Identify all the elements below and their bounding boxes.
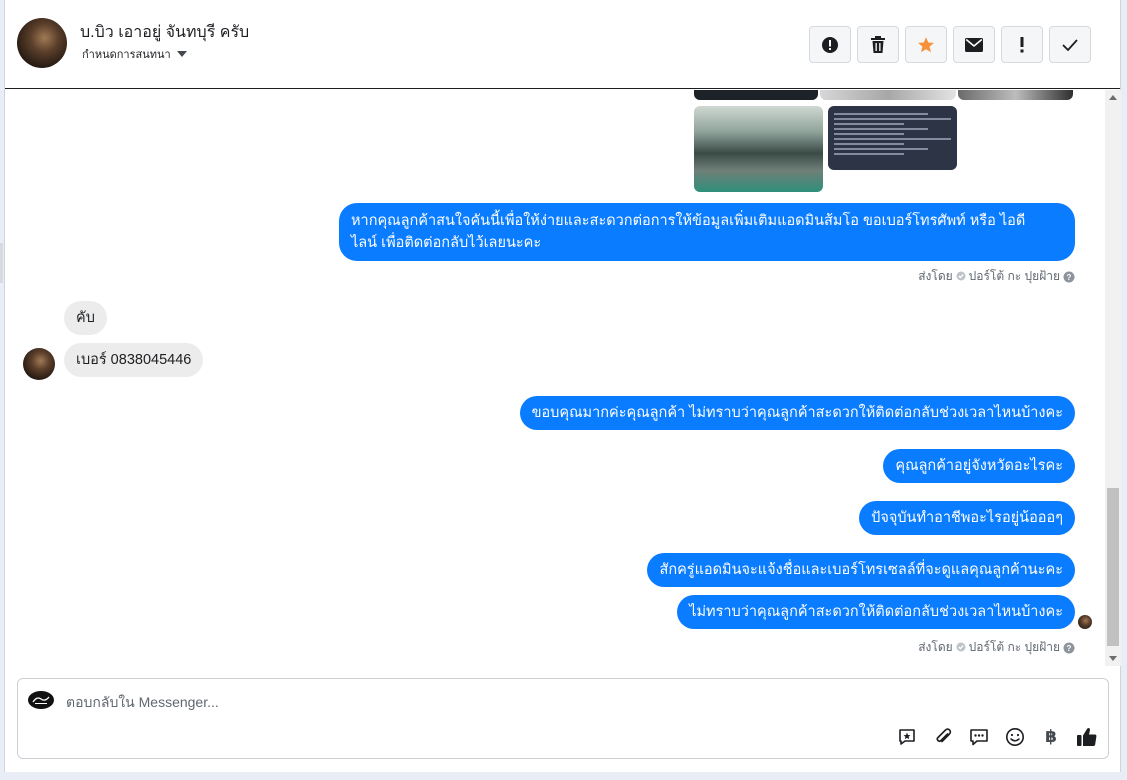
conversation-label: กำหนดการสนทนา bbox=[82, 49, 171, 61]
svg-text:?: ? bbox=[1067, 273, 1072, 282]
outgoing-message[interactable]: ขอบคุณมากค่ะคุณลูกค้า ไม่ทราบว่าคุณลูกค้… bbox=[519, 396, 1075, 430]
left-edge-handle bbox=[0, 243, 3, 283]
message-text-line: หากคุณลูกค้าสนใจคันนี้เพื่อให้ง่ายและสะด… bbox=[351, 213, 1026, 229]
attachment-image[interactable] bbox=[694, 90, 818, 100]
reply-input[interactable] bbox=[66, 691, 1066, 713]
spam-button[interactable] bbox=[1001, 26, 1043, 63]
star-icon bbox=[917, 36, 935, 54]
page-logo-icon bbox=[28, 691, 54, 709]
conversation-toolbar bbox=[809, 26, 1091, 63]
outgoing-message[interactable]: หากคุณลูกค้าสนใจคันนี้เพื่อให้ง่ายและสะด… bbox=[339, 203, 1075, 261]
incoming-message[interactable]: คับ bbox=[64, 301, 107, 335]
trash-icon bbox=[870, 35, 886, 54]
attachment-image[interactable] bbox=[958, 90, 1073, 100]
message-thread[interactable]: หากคุณลูกค้าสนใจคันนี้เพื่อให้ง่ายและสะด… bbox=[5, 90, 1105, 666]
alert-circle-icon bbox=[821, 36, 839, 54]
mark-unread-button[interactable] bbox=[953, 26, 995, 63]
scroll-up-arrow[interactable] bbox=[1109, 95, 1117, 100]
outgoing-message[interactable]: สักครู่แอดมินจะแจ้งชื่อและเบอร์โทรเซลล์ท… bbox=[647, 553, 1075, 587]
conversation-label-dropdown[interactable]: กำหนดการสนทนา bbox=[82, 45, 187, 63]
contact-avatar-small[interactable] bbox=[23, 348, 55, 380]
report-button[interactable] bbox=[809, 26, 851, 63]
saved-reply-icon[interactable] bbox=[896, 726, 918, 748]
incoming-message[interactable]: เบอร์ 0838045446 bbox=[64, 343, 204, 377]
envelope-icon bbox=[965, 37, 983, 52]
sent-by-name[interactable]: ปอร์โต้ กะ ปุยฝ้าย bbox=[969, 267, 1060, 286]
attachment-image-document[interactable] bbox=[828, 106, 957, 170]
outgoing-message[interactable]: คุณลูกค้าอยู่จังหวัดอะไรคะ bbox=[883, 449, 1075, 483]
help-icon[interactable]: ? bbox=[1063, 642, 1075, 654]
caret-down-icon bbox=[176, 50, 187, 58]
attachment-image[interactable] bbox=[820, 90, 956, 100]
verified-icon bbox=[956, 641, 966, 655]
thread-scrollbar[interactable] bbox=[1105, 90, 1121, 666]
done-button[interactable] bbox=[1049, 26, 1091, 63]
thumbs-up-icon[interactable] bbox=[1076, 726, 1098, 748]
attachment-image-engine[interactable] bbox=[694, 106, 823, 192]
scroll-thumb[interactable] bbox=[1107, 488, 1119, 646]
star-button[interactable] bbox=[905, 26, 947, 63]
scroll-down-arrow[interactable] bbox=[1109, 656, 1117, 661]
exclamation-icon bbox=[1019, 36, 1025, 53]
emoji-icon[interactable] bbox=[1004, 726, 1026, 748]
outgoing-message[interactable]: ไม่ทราบว่าคุณลูกค้าสะดวกให้ติดต่อกลับช่ว… bbox=[677, 595, 1075, 629]
delete-button[interactable] bbox=[857, 26, 899, 63]
inbox-panel: บ.บิว เอาอยู่ จันทบุรี ครับ กำหนดการสนทน… bbox=[4, 0, 1121, 772]
reply-composer: ฿ bbox=[17, 678, 1109, 759]
check-icon bbox=[1062, 38, 1078, 51]
attachment-icon[interactable] bbox=[932, 726, 954, 748]
sent-by-label: ส่งโดย ปอร์โต้ กะ ปุยฝ้าย ? bbox=[918, 638, 1075, 657]
seen-indicator-avatar bbox=[1078, 615, 1092, 629]
message-text-line: ไลน์ เพื่อติดต่อกลับไว้เลยนะคะ bbox=[351, 235, 542, 251]
contact-avatar[interactable] bbox=[17, 18, 67, 68]
baht-icon[interactable]: ฿ bbox=[1040, 726, 1062, 748]
sent-by-label: ส่งโดย ปอร์โต้ กะ ปุยฝ้าย ? bbox=[918, 267, 1075, 286]
sent-by-name[interactable]: ปอร์โต้ กะ ปุยฝ้าย bbox=[969, 638, 1060, 657]
contact-name[interactable]: บ.บิว เอาอยู่ จันทบุรี ครับ bbox=[80, 20, 249, 45]
svg-text:?: ? bbox=[1067, 644, 1072, 653]
help-icon[interactable]: ? bbox=[1063, 271, 1075, 283]
composer-toolbar: ฿ bbox=[896, 726, 1098, 748]
verified-icon bbox=[956, 270, 966, 284]
chat-bubble-icon[interactable] bbox=[968, 726, 990, 748]
conversation-header: บ.บิว เอาอยู่ จันทบุรี ครับ กำหนดการสนทน… bbox=[5, 0, 1120, 89]
sent-by-prefix: ส่งโดย bbox=[918, 269, 953, 283]
sent-by-prefix: ส่งโดย bbox=[918, 640, 953, 654]
outgoing-message[interactable]: ปัจจุบันทำอาชีพอะไรอยู่น้อออๆ bbox=[859, 501, 1075, 535]
